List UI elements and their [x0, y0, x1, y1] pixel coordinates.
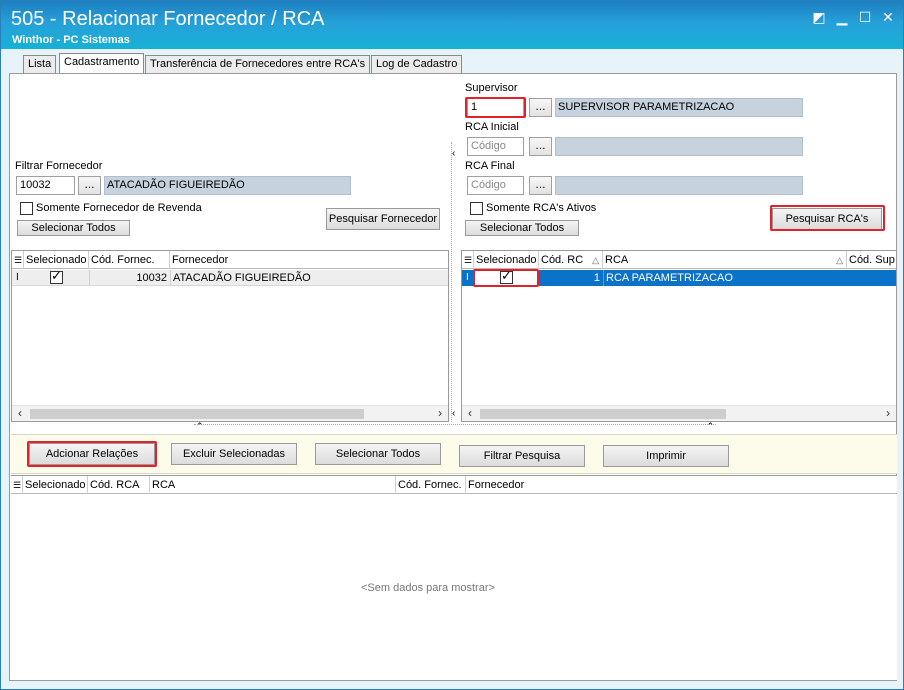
col-selecionado[interactable]: Selecionado — [24, 251, 89, 269]
toolbar-select-all-button[interactable]: Selecionar Todos — [315, 443, 441, 465]
col-rca-label: RCA — [605, 254, 629, 266]
grid-menu-icon[interactable]: ☰ — [11, 476, 23, 494]
right-select-all-button[interactable]: Selecionar Todos — [465, 220, 579, 236]
col-selecionado[interactable]: Selecionado — [23, 476, 88, 494]
active-rca-label: Somente RCA's Ativos — [486, 202, 597, 214]
minimize-icon[interactable]: ▁ — [834, 9, 850, 25]
supervisor-code-input[interactable]: 1 — [467, 98, 524, 117]
row-selected-checkbox[interactable] — [500, 269, 513, 285]
row-cursor-icon: I — [466, 272, 469, 283]
tab-content: Filtrar Fornecedor 10032 ... ATACADÃO FI… — [9, 73, 897, 681]
active-rca-checkbox[interactable] — [470, 202, 483, 215]
supplier-grid-hscroll[interactable]: ‹ › — [12, 405, 448, 421]
left-select-all-button[interactable]: Selecionar Todos — [17, 220, 130, 236]
supplier-name-field: ATACADÃO FIGUEIREDÃO — [104, 176, 351, 195]
col-selecionado[interactable]: Selecionado — [474, 251, 539, 269]
rca-initial-label: RCA Inicial — [465, 121, 519, 133]
supervisor-name-field: SUPERVISOR PARAMETRIZACAO — [555, 98, 803, 117]
scroll-right-icon[interactable]: › — [432, 406, 448, 421]
splitter-up-icon[interactable]: ⌃ — [196, 421, 204, 432]
tab-lista[interactable]: Lista — [23, 55, 57, 73]
empty-grid-message: <Sem dados para mostrar> — [361, 582, 495, 594]
supplier-lookup-button[interactable]: ... — [78, 176, 101, 195]
col-cod-sup[interactable]: Cód. Sup — [847, 251, 896, 269]
rca-final-name-field — [555, 176, 803, 195]
scroll-thumb[interactable] — [30, 409, 364, 419]
col-rca[interactable]: RCA △ — [603, 251, 847, 269]
col-rca[interactable]: RCA — [150, 476, 396, 494]
rca-final-label: RCA Final — [465, 160, 515, 172]
sort-icon: △ — [592, 255, 599, 265]
tab-transferencia[interactable]: Transferência de Fornecedores entre RCA'… — [145, 55, 371, 73]
scroll-left-icon[interactable]: ‹ — [12, 406, 28, 421]
close-icon[interactable]: ✕ — [880, 9, 896, 25]
scroll-left-icon[interactable]: ‹ — [462, 406, 478, 421]
splitter-up-icon-2[interactable]: ⌃ — [706, 421, 714, 432]
rca-grid-hscroll[interactable]: ‹ › — [462, 405, 896, 421]
app-window: 505 - Relacionar Fornecedor / RCA Wintho… — [0, 0, 904, 690]
relations-grid: ☰ Selecionado Cód. RCA RCA Cód. Fornec. … — [11, 475, 897, 680]
delete-selected-button[interactable]: Excluir Selecionadas — [171, 443, 297, 465]
supervisor-lookup-button[interactable]: ... — [529, 98, 552, 117]
grid-menu-icon[interactable]: ☰ — [12, 251, 24, 269]
rca-grid: ☰ Selecionado Cód. RC △ RCA △ Cód. Sup I… — [461, 250, 897, 422]
revenda-label: Somente Fornecedor de Revenda — [36, 202, 202, 214]
table-row[interactable]: I 10032 ATACADÃO FIGUEIREDÃO — [12, 269, 448, 286]
tab-cadastramento[interactable]: Cadastramento — [59, 53, 145, 73]
rca-initial-input[interactable]: Código — [467, 137, 524, 156]
tab-log-cadastro[interactable]: Log de Cadastro — [371, 55, 463, 73]
rca-final-input[interactable]: Código — [467, 176, 524, 195]
action-toolbar: Adcionar Relações Excluir Selecionadas S… — [11, 434, 897, 474]
col-cod-fornec[interactable]: Cód. Fornec. — [396, 476, 466, 494]
col-cod-rc[interactable]: Cód. RC △ — [539, 251, 603, 269]
vertical-splitter[interactable]: ‹ ‹ — [451, 142, 459, 422]
scroll-thumb[interactable] — [480, 409, 726, 419]
title-bar[interactable]: 505 - Relacionar Fornecedor / RCA Wintho… — [1, 1, 903, 49]
filter-supplier-label: Filtrar Fornecedor — [15, 160, 103, 172]
supplier-grid-header: ☰ Selecionado Cód. Fornec. Fornecedor — [12, 251, 448, 269]
rca-initial-lookup-button[interactable]: ... — [529, 137, 552, 156]
rca-initial-name-field — [555, 137, 803, 156]
add-relations-button[interactable]: Adcionar Relações — [29, 443, 155, 465]
supervisor-label: Supervisor — [465, 82, 518, 94]
col-fornecedor[interactable]: Fornecedor — [170, 251, 448, 269]
rca-final-lookup-button[interactable]: ... — [529, 176, 552, 195]
col-fornecedor[interactable]: Fornecedor — [466, 476, 897, 494]
row-supplier-code: 10032 — [89, 270, 169, 286]
row-selected-checkbox[interactable] — [50, 269, 63, 285]
filter-search-button[interactable]: Filtrar Pesquisa — [459, 445, 585, 467]
window-subtitle: Winthor - PC Sistemas — [12, 34, 130, 46]
sort-icon: △ — [836, 255, 843, 265]
splitter-left-icon-2[interactable]: ‹ — [452, 408, 455, 419]
col-cod-rca[interactable]: Cód. RCA — [88, 476, 150, 494]
col-cod-fornec[interactable]: Cód. Fornec. — [89, 251, 170, 269]
print-button[interactable]: Imprimir — [603, 445, 729, 467]
supplier-code-input[interactable]: 10032 — [16, 176, 75, 195]
grid-menu-icon[interactable]: ☰ — [462, 251, 474, 269]
search-supplier-button[interactable]: Pesquisar Fornecedor — [326, 208, 440, 230]
supplier-grid: ☰ Selecionado Cód. Fornec. Fornecedor I … — [11, 250, 449, 422]
row-cursor-icon: I — [16, 272, 19, 283]
relations-grid-header: ☰ Selecionado Cód. RCA RCA Cód. Fornec. … — [11, 476, 897, 494]
table-row[interactable]: I 1 RCA PARAMETRIZACAO — [462, 269, 896, 286]
row-supplier-name: ATACADÃO FIGUEIREDÃO — [170, 270, 448, 286]
row-rca-name: RCA PARAMETRIZACAO — [603, 270, 847, 286]
row-rca-code: 1 — [593, 272, 600, 284]
col-cod-rc-label: Cód. RC — [541, 254, 584, 266]
window-title: 505 - Relacionar Fornecedor / RCA — [11, 8, 325, 30]
search-rca-button[interactable]: Pesquisar RCA's — [772, 208, 882, 230]
rca-grid-header: ☰ Selecionado Cód. RC △ RCA △ Cód. Sup — [462, 251, 896, 269]
revenda-checkbox[interactable] — [20, 202, 33, 215]
restore-icon[interactable]: ◩ — [811, 9, 827, 25]
maximize-icon[interactable]: ☐ — [857, 9, 873, 25]
scroll-right-icon[interactable]: › — [880, 406, 896, 421]
splitter-left-icon[interactable]: ‹ — [452, 148, 455, 159]
horizontal-splitter[interactable]: ⌃ ⌃ — [194, 421, 716, 432]
